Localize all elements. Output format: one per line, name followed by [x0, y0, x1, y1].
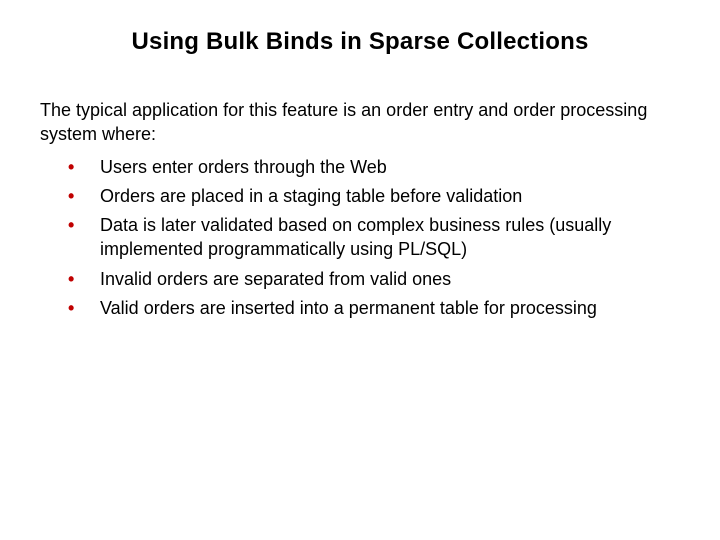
list-item: Users enter orders through the Web — [68, 155, 680, 179]
list-item: Data is later validated based on complex… — [68, 213, 680, 262]
bullet-list: Users enter orders through the Web Order… — [40, 155, 680, 321]
slide-title: Using Bulk Binds in Sparse Collections — [40, 28, 680, 56]
list-item: Orders are placed in a staging table bef… — [68, 184, 680, 208]
list-item: Valid orders are inserted into a permane… — [68, 296, 680, 320]
intro-paragraph: The typical application for this feature… — [40, 98, 680, 147]
list-item: Invalid orders are separated from valid … — [68, 267, 680, 291]
